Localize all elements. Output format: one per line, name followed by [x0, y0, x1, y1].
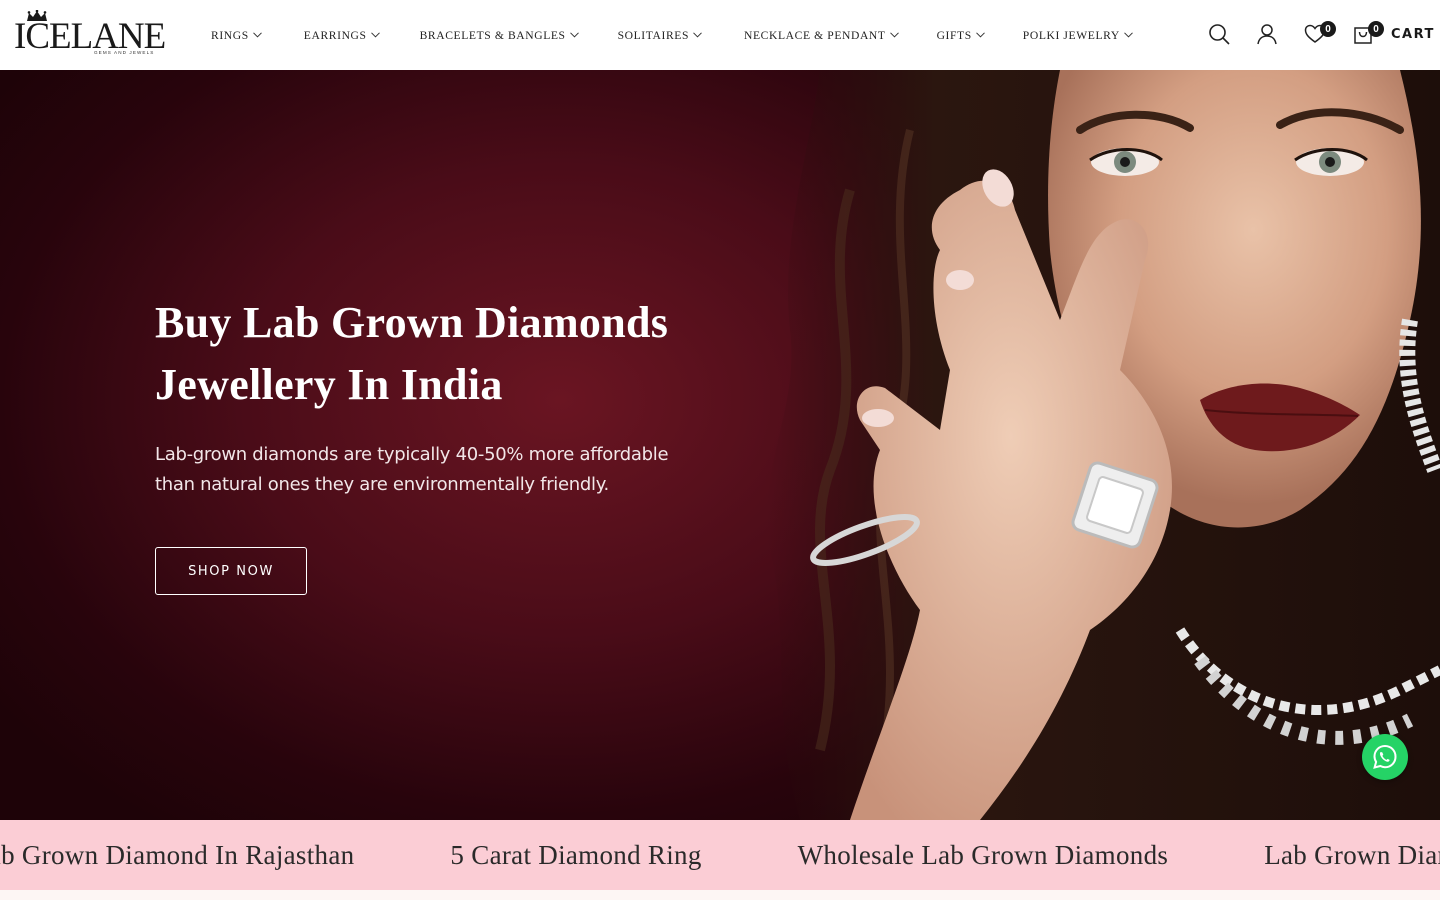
chevron-down-icon	[370, 32, 380, 38]
whatsapp-icon	[1373, 744, 1397, 769]
marquee-item[interactable]: 5 Carat Diamond Ring	[450, 840, 701, 871]
account-icon	[1257, 24, 1277, 45]
nav-item-label: SOLITAIRES	[617, 28, 690, 42]
page-bottom-strip	[0, 890, 1440, 900]
search-icon	[1209, 24, 1230, 45]
nav-item-polki-jewelry[interactable]: POLKI JEWELRY	[1023, 29, 1133, 42]
chevron-down-icon	[252, 32, 262, 38]
nav-item-label: POLKI JEWELRY	[1022, 28, 1120, 42]
keyword-marquee: Lab Grown Diamond In Rajasthan 5 Carat D…	[0, 820, 1440, 890]
hero-subtitle-line-2: than natural ones they are environmental…	[155, 474, 609, 495]
hero-title-line-1: Buy Lab Grown Diamonds	[155, 298, 669, 347]
marquee-item[interactable]: Wholesale Lab Grown Diamonds	[798, 840, 1169, 871]
hero-subtitle: Lab-grown diamonds are typically 40-50% …	[155, 440, 715, 500]
nav-item-label: NECKLACE & PENDANT	[744, 28, 886, 42]
nav-item-label: EARRINGS	[303, 28, 367, 42]
cart-button[interactable]: 0	[1349, 20, 1384, 48]
nav-item-earrings[interactable]: EARRINGS	[304, 29, 380, 42]
nav-item-label: GIFTS	[936, 28, 972, 42]
marquee-track: Lab Grown Diamond In Rajasthan 5 Carat D…	[0, 820, 1440, 890]
chevron-down-icon	[1123, 32, 1133, 38]
hero-title: Buy Lab Grown Diamonds Jewellery In Indi…	[155, 292, 775, 416]
hero-subtitle-line-1: Lab-grown diamonds are typically 40-50% …	[155, 444, 669, 465]
brand-tagline: GEMS AND JEWELS	[94, 50, 155, 55]
cart-count-badge: 0	[1368, 21, 1384, 37]
nav-item-rings[interactable]: RINGS	[211, 29, 262, 42]
nav-item-bracelets-bangles[interactable]: BRACELETS & BANGLES	[420, 29, 579, 42]
wishlist-count-badge: 0	[1320, 21, 1336, 37]
chevron-down-icon	[569, 32, 579, 38]
nav-item-solitaires[interactable]: SOLITAIRES	[618, 29, 702, 42]
hero-model-image	[766, 70, 1440, 820]
account-button[interactable]	[1253, 20, 1281, 48]
marquee-item[interactable]: Lab Grown Diamonds	[1264, 840, 1440, 871]
main-nav: RINGS EARRINGS BRACELETS & BANGLES SOLIT…	[211, 26, 1133, 44]
search-button[interactable]	[1205, 20, 1233, 48]
nav-item-label: RINGS	[211, 28, 249, 42]
chevron-down-icon	[975, 32, 985, 38]
site-header: ICELANE GEMS AND JEWELS RINGS EARRINGS B…	[0, 0, 1440, 70]
chevron-down-icon	[889, 32, 899, 38]
nav-item-gifts[interactable]: GIFTS	[937, 29, 985, 42]
nav-item-label: BRACELETS & BANGLES	[419, 28, 566, 42]
hero-banner: Buy Lab Grown Diamonds Jewellery In Indi…	[0, 70, 1440, 820]
cart-label[interactable]: CART	[1391, 27, 1435, 42]
wishlist-button[interactable]: 0	[1301, 20, 1336, 48]
shop-now-button[interactable]: SHOP NOW	[155, 547, 307, 595]
whatsapp-chat-button[interactable]	[1362, 734, 1408, 780]
marquee-item[interactable]: Lab Grown Diamond In Rajasthan	[0, 840, 354, 871]
nav-item-necklace-pendant[interactable]: NECKLACE & PENDANT	[744, 29, 899, 42]
brand-logo[interactable]: ICELANE GEMS AND JEWELS	[14, 6, 166, 64]
hero-title-line-2: Jewellery In India	[155, 360, 503, 409]
chevron-down-icon	[693, 32, 702, 38]
